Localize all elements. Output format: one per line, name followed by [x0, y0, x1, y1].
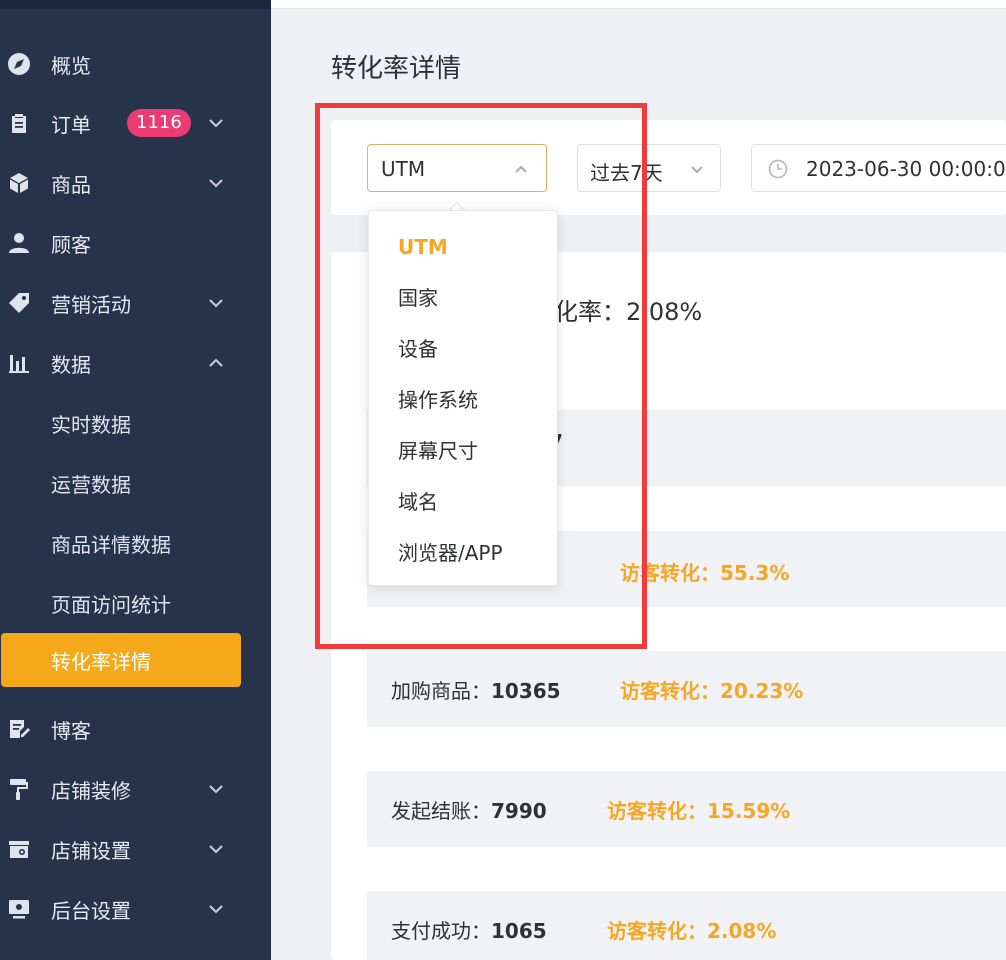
sidebar-item-store-settings[interactable]: 店铺设置: [0, 822, 271, 876]
chevron-down-icon: [206, 293, 226, 313]
tag-icon: [6, 290, 32, 316]
paint-roller-icon: [6, 776, 32, 802]
sidebar-subitem-operations-data[interactable]: 运营数据: [0, 456, 271, 510]
stat-row-add-to-cart: 加购商品：10365 访客转化：20.23%: [367, 651, 1006, 727]
sidebar-subitem-label: 实时数据: [51, 412, 131, 437]
top-bar: [271, 0, 1006, 9]
date-range-input[interactable]: 2023-06-30 00:00:00: [751, 144, 1006, 192]
sidebar-item-data[interactable]: 数据: [0, 336, 271, 390]
sidebar-item-label: 博客: [51, 718, 91, 743]
sidebar-item-label: 订单: [51, 112, 91, 137]
sidebar-subitem-conversion-details[interactable]: 转化率详情: [1, 633, 241, 687]
sidebar-item-label: 商品: [51, 172, 91, 197]
sidebar-subitem-realtime-data[interactable]: 实时数据: [0, 396, 271, 450]
clipboard-icon: [6, 110, 32, 136]
edit-icon: [6, 716, 32, 742]
stat-conversion: 访客转化：20.23%: [620, 679, 804, 703]
sidebar-item-label: 后台设置: [51, 898, 131, 923]
sidebar-item-label: 概览: [51, 53, 91, 78]
stat-label: 发起结账：7990: [391, 799, 547, 823]
stat-conversion: 访客转化：2.08%: [607, 919, 777, 943]
stat-row-payment: 支付成功：1065 访客转化：2.08%: [367, 891, 1006, 960]
sidebar-item-store-design[interactable]: 店铺装修: [0, 762, 271, 816]
chevron-down-icon: [206, 899, 226, 919]
cube-icon: [6, 170, 32, 196]
sidebar-item-customers[interactable]: 顾客: [0, 216, 271, 270]
user-icon: [6, 230, 32, 256]
sidebar-item-orders[interactable]: 订单 1116: [0, 96, 271, 150]
order-count-badge: 1116: [127, 109, 191, 137]
chevron-down-icon: [206, 113, 226, 133]
sidebar-subitem-label: 运营数据: [51, 472, 131, 497]
page-title: 转化率详情: [331, 54, 462, 84]
store-settings-icon: [6, 836, 32, 862]
sidebar: 概览 订单 1116 商品 顾客 营销活动 数据 实时数据 运营数据 商品详情数…: [0, 0, 271, 960]
highlight-box: [315, 103, 647, 649]
sidebar-item-label: 店铺装修: [51, 778, 131, 803]
sidebar-subitem-page-visit-stats[interactable]: 页面访问统计: [0, 576, 271, 630]
sidebar-item-label: 店铺设置: [51, 838, 131, 863]
stat-label: 加购商品：10365: [391, 679, 561, 703]
sidebar-subitem-label: 页面访问统计: [51, 592, 171, 617]
sidebar-item-label: 顾客: [51, 232, 91, 257]
chevron-down-icon: [206, 779, 226, 799]
sidebar-item-admin-settings[interactable]: 后台设置: [0, 882, 271, 936]
sidebar-subitem-label: 商品详情数据: [51, 532, 171, 557]
sidebar-item-marketing[interactable]: 营销活动: [0, 276, 271, 330]
chevron-down-icon: [206, 173, 226, 193]
stat-conversion: 访客转化：15.59%: [607, 799, 791, 823]
monitor-icon: [6, 896, 32, 922]
compass-icon: [6, 51, 32, 77]
sidebar-top-strip: [0, 0, 271, 9]
stat-row-checkout: 发起结账：7990 访客转化：15.59%: [367, 771, 1006, 847]
sidebar-subitem-product-detail-data[interactable]: 商品详情数据: [0, 516, 271, 570]
chevron-up-icon: [206, 353, 226, 373]
bar-chart-icon: [6, 350, 32, 376]
sidebar-item-overview[interactable]: 概览: [0, 37, 271, 91]
clock-icon: [768, 159, 788, 179]
sidebar-item-label: 营销活动: [51, 292, 131, 317]
sidebar-item-blog[interactable]: 博客: [0, 702, 271, 756]
stat-label: 支付成功：1065: [391, 919, 547, 943]
sidebar-item-products[interactable]: 商品: [0, 156, 271, 210]
date-start-value: 2023-06-30 00:00:00: [806, 157, 1006, 181]
chevron-down-icon: [688, 160, 706, 178]
chevron-down-icon: [206, 839, 226, 859]
sidebar-item-label: 数据: [51, 352, 91, 377]
sidebar-subitem-label: 转化率详情: [51, 649, 151, 674]
